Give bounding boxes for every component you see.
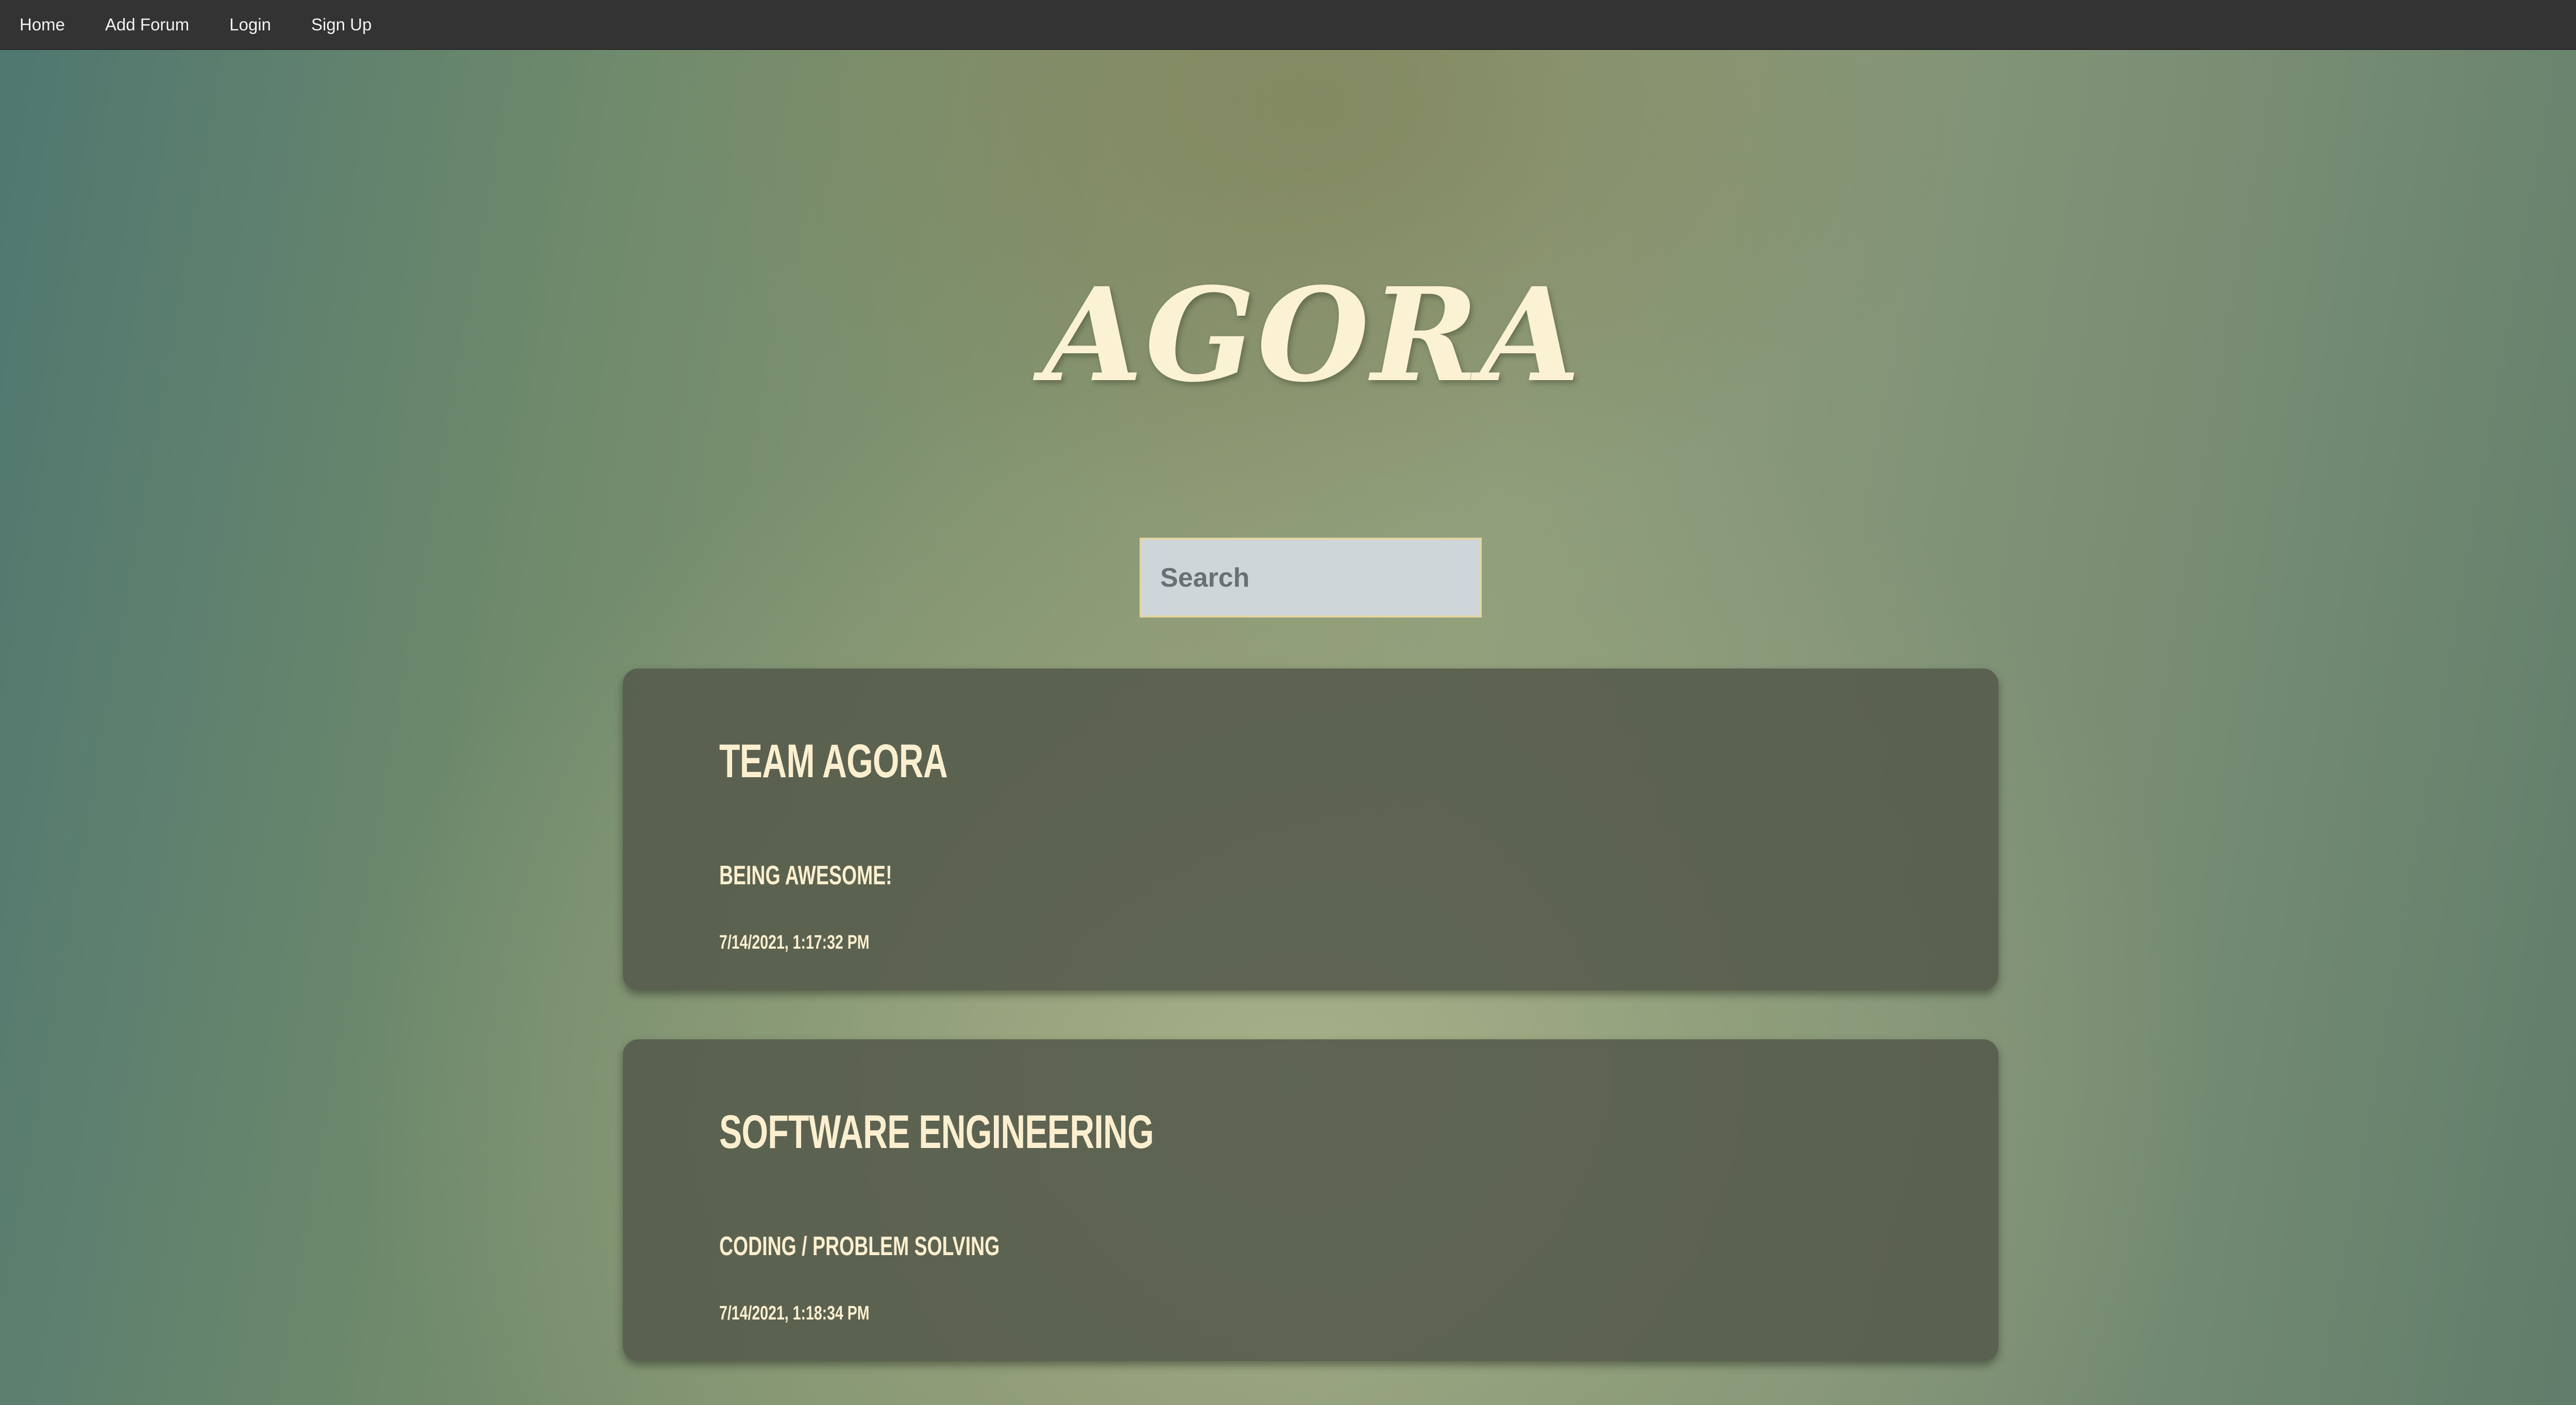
- nav-link-login[interactable]: Login: [217, 0, 283, 49]
- forum-title: SOFTWARE ENGINEERING: [719, 1106, 1154, 1158]
- forum-title: TEAM AGORA: [719, 735, 948, 787]
- nav-link-add-forum[interactable]: Add Forum: [93, 0, 201, 49]
- forum-card-software-engineering[interactable]: SOFTWARE ENGINEERING CODING / PROBLEM SO…: [623, 1039, 1998, 1361]
- nav-link-home[interactable]: Home: [7, 0, 77, 49]
- forum-card-team-agora[interactable]: TEAM AGORA BEING AWESOME! 7/14/2021, 1:1…: [623, 669, 1998, 990]
- forum-description: BEING AWESOME!: [719, 861, 892, 890]
- search-input[interactable]: [1140, 538, 1482, 618]
- forum-description: CODING / PROBLEM SOLVING: [719, 1231, 1000, 1261]
- nav-link-sign-up[interactable]: Sign Up: [299, 0, 384, 49]
- forum-timestamp: 7/14/2021, 1:18:34 PM: [719, 1303, 870, 1324]
- site-logo-title: AGORA: [1043, 259, 1583, 410]
- top-navigation-bar: Home Add Forum Login Sign Up: [0, 0, 2576, 50]
- forum-timestamp: 7/14/2021, 1:17:32 PM: [719, 932, 870, 953]
